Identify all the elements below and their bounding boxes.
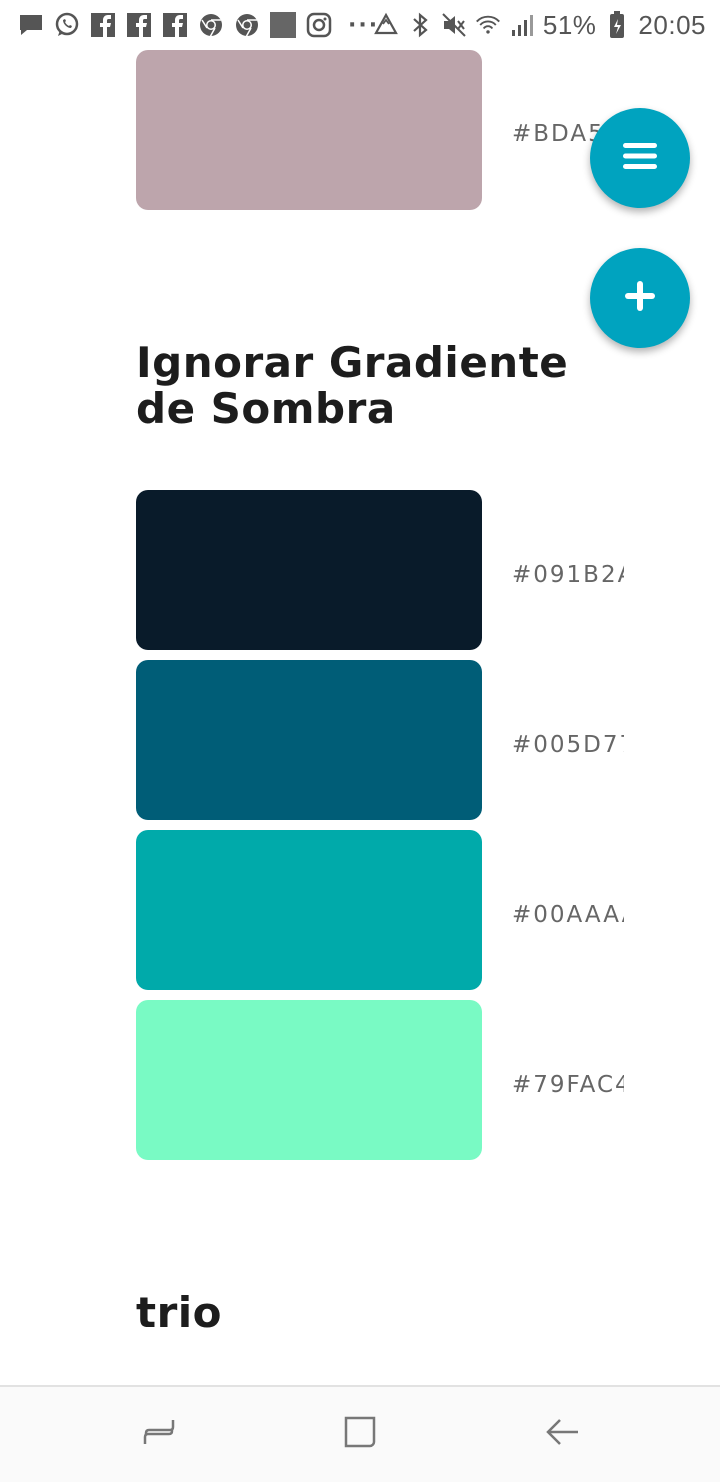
color-swatch[interactable]: [136, 660, 482, 820]
wifi-icon: [475, 12, 501, 38]
status-bar: ··· 51% 20:05: [0, 0, 720, 50]
mute-icon: [441, 12, 467, 38]
instagram-icon: [306, 12, 332, 38]
recent-apps-button[interactable]: [134, 1409, 184, 1459]
plus-icon: [623, 279, 657, 317]
color-swatch[interactable]: [136, 50, 482, 210]
home-button[interactable]: [335, 1409, 385, 1459]
add-palette-button[interactable]: [590, 248, 690, 348]
menu-icon: [622, 141, 658, 175]
battery-percentage: 51%: [542, 9, 597, 40]
recycle-icon: [373, 12, 399, 38]
system-icons: 51% 20:05: [373, 10, 706, 40]
navigation-bar: [0, 1385, 720, 1482]
color-hex-label: #091B2A: [512, 562, 624, 588]
facebook-icon: [162, 12, 188, 38]
color-hex-label: #00AAAA: [512, 902, 624, 928]
back-icon: [544, 1414, 580, 1454]
color-hex-label: #005D77: [512, 732, 624, 758]
notification-icons: ···: [18, 10, 379, 40]
message-icon: [18, 12, 44, 38]
color-hex-label: #79FAC4: [512, 1072, 624, 1098]
color-swatch[interactable]: [136, 1000, 482, 1160]
palette-title: Ignorar Gradiente de Sombra: [136, 338, 569, 433]
color-swatch[interactable]: [136, 830, 482, 990]
facebook-icon: [126, 12, 152, 38]
whatsapp-icon: [54, 12, 80, 38]
signal-icon: [509, 12, 535, 38]
battery-icon: [604, 11, 630, 38]
chrome-icon: [234, 12, 260, 38]
clock: 20:05: [638, 9, 706, 40]
home-icon: [342, 1414, 378, 1454]
palette-title: trio: [136, 1288, 223, 1337]
bluetooth-icon: [407, 12, 433, 38]
back-button[interactable]: [537, 1409, 587, 1459]
recent-apps-icon: [141, 1414, 177, 1454]
menu-button[interactable]: [590, 108, 690, 208]
image-icon: [270, 12, 296, 38]
color-swatch[interactable]: [136, 490, 482, 650]
facebook-icon: [90, 12, 116, 38]
chrome-icon: [198, 12, 224, 38]
